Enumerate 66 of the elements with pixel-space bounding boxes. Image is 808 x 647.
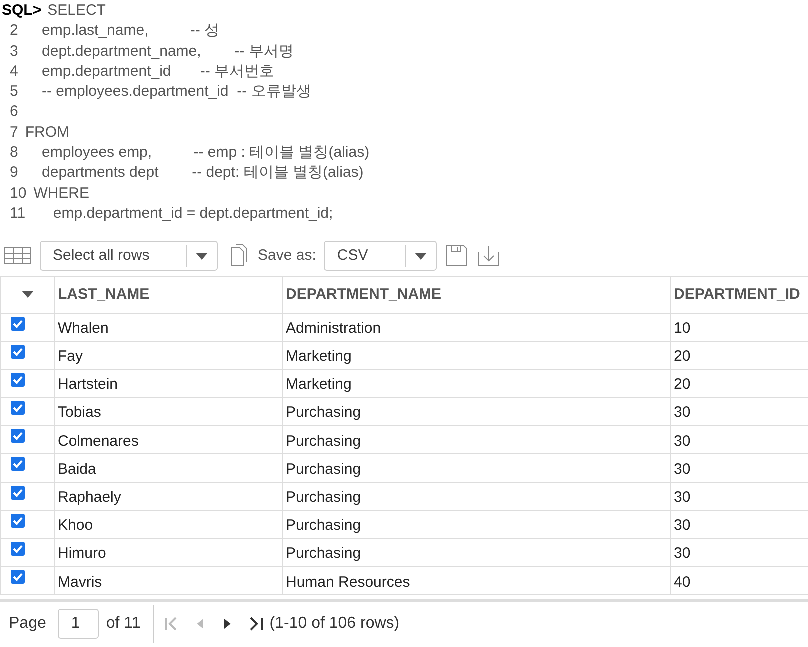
line-number: 9 — [9, 163, 18, 184]
line-number: 11 — [9, 204, 26, 224]
line-number: 8 — [9, 143, 18, 164]
code-line: WHERE — [34, 184, 90, 204]
checkbox[interactable] — [11, 316, 25, 330]
sql-prompt: SQL> — [2, 1, 42, 21]
checkbox[interactable] — [11, 372, 25, 387]
line-number: 2 — [9, 21, 18, 42]
line-number: 7 — [9, 122, 18, 143]
page-field[interactable]: 1 — [58, 608, 100, 639]
caret-icon — [415, 252, 428, 260]
line-number: 3 — [9, 42, 18, 62]
table-cell: Purchasing — [282, 482, 670, 510]
checkbox[interactable] — [11, 542, 25, 556]
checkbox[interactable] — [11, 344, 25, 359]
table-cell: Fay — [54, 341, 282, 370]
download-icon[interactable] — [477, 244, 502, 268]
save-icon[interactable] — [445, 244, 470, 268]
caret-icon — [196, 252, 208, 260]
sort-caret-icon[interactable] — [22, 291, 34, 298]
code-line: emp.last_name, -- 성 — [41, 21, 220, 42]
code-line: -- employees.department_id -- 오류발생 — [41, 82, 312, 102]
rows-dropdown[interactable]: Select all rows — [40, 241, 218, 271]
column-header[interactable]: LAST_NAME — [54, 277, 282, 313]
checkbox[interactable] — [11, 570, 25, 584]
table-cell: Marketing — [282, 341, 670, 370]
page-count: of 11 — [106, 614, 141, 634]
code-line: emp.department_id = dept.department_id; — [52, 204, 334, 224]
page-label: Page — [8, 614, 46, 634]
column-header[interactable]: DEPARTMENT_NAME — [282, 277, 670, 313]
checkbox[interactable] — [11, 429, 25, 444]
table-cell: Tobias — [54, 398, 282, 426]
code-line: FROM — [25, 122, 70, 143]
table-cell: Human Resources — [282, 566, 670, 595]
line-number: 4 — [9, 62, 18, 82]
checkbox[interactable] — [11, 401, 25, 416]
code-line: dept.department_name, -- 부서명 — [41, 42, 294, 62]
table-cell: Purchasing — [282, 538, 670, 567]
table-cell: Purchasing — [282, 454, 670, 482]
table-cell: Whalen — [54, 313, 282, 342]
table-cell: Administration — [282, 313, 670, 342]
code-line: emp.department_id -- 부서번호 — [41, 62, 275, 82]
table-cell: Purchasing — [282, 398, 670, 426]
code-line: departments dept -- dept: 테이블 별칭(alias) — [41, 163, 364, 184]
code-line: employees emp, -- emp : 테이블 별칭(alias) — [41, 143, 370, 164]
code-line: SELECT — [48, 1, 106, 21]
checkbox[interactable] — [11, 457, 25, 472]
format-dropdown[interactable]: CSV — [324, 241, 438, 271]
table-cell: Khoo — [54, 510, 282, 538]
grid-icon[interactable] — [4, 247, 32, 265]
table-cell: Raphaely — [54, 482, 282, 510]
table-cell: Himuro — [54, 538, 282, 567]
line-number: 5 — [9, 82, 18, 102]
save-as-label: Save as: — [258, 246, 316, 266]
table-cell: Purchasing — [282, 510, 670, 538]
line-number: 6 — [9, 102, 18, 122]
table-cell: Mavris — [54, 566, 282, 595]
line-number: 10 — [9, 184, 27, 204]
checkbox[interactable] — [11, 514, 25, 528]
table-cell: Purchasing — [282, 426, 670, 454]
table-cell: Colmenares — [54, 426, 282, 454]
table-cell: Baida — [54, 454, 282, 482]
row-summary: (1-10 of 106 rows) — [270, 614, 400, 634]
table-cell: Marketing — [282, 369, 670, 398]
table-cell: Hartstein — [54, 369, 282, 398]
checkbox[interactable] — [11, 486, 25, 500]
